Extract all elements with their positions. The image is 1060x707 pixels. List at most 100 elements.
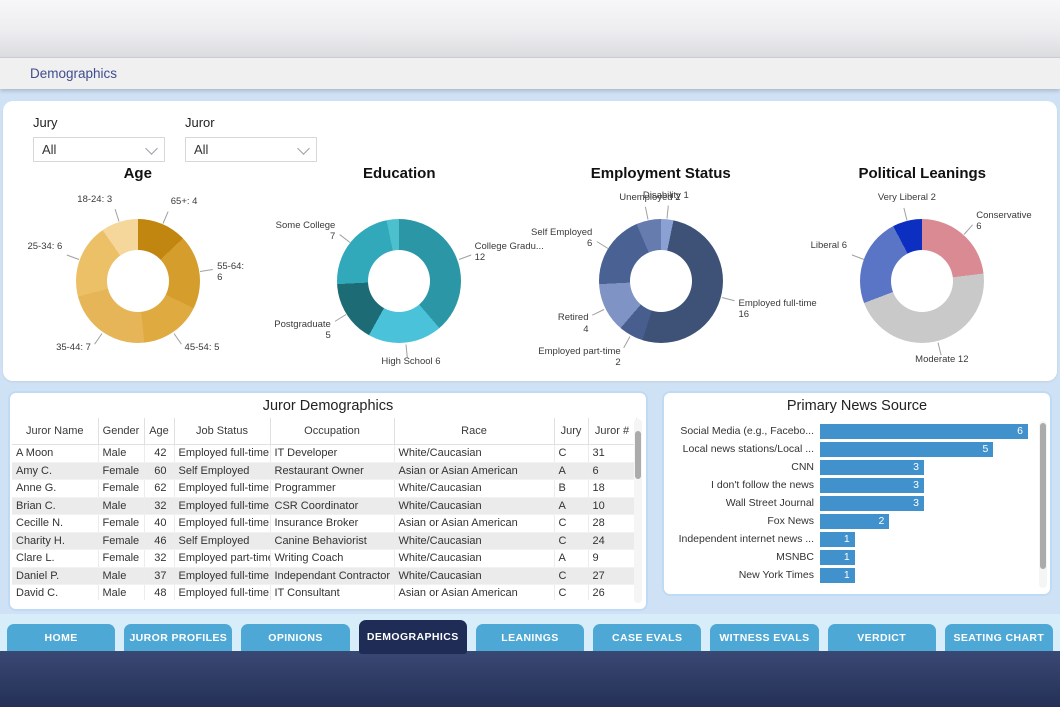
table-scrollbar-thumb[interactable] bbox=[635, 431, 641, 479]
tab-verdict[interactable]: VERDICT bbox=[828, 624, 936, 651]
filters: Jury All Juror All bbox=[33, 115, 317, 162]
table-cell: A Moon bbox=[12, 445, 98, 463]
jury-filter-label: Jury bbox=[33, 115, 165, 130]
table-cell: Female bbox=[98, 515, 144, 533]
table-row[interactable]: Amy C.Female60Self EmployedRestaurant Ow… bbox=[12, 462, 636, 480]
table-cell: Restaurant Owner bbox=[270, 462, 394, 480]
column-header[interactable]: Juror # bbox=[588, 418, 636, 445]
table-cell: 40 bbox=[144, 515, 174, 533]
news-category-label: I don't follow the news bbox=[664, 479, 820, 491]
table-cell: Employed full-time bbox=[174, 515, 270, 533]
table-scrollbar[interactable] bbox=[634, 419, 642, 603]
tab-case-evals[interactable]: CASE EVALS bbox=[593, 624, 701, 651]
table-row[interactable]: Anne G.Female62Employed full-timeProgram… bbox=[12, 480, 636, 498]
political-donut[interactable] bbox=[860, 219, 984, 343]
column-header[interactable]: Occupation bbox=[270, 418, 394, 445]
news-bar[interactable]: 1 bbox=[820, 532, 855, 547]
table-cell: Asian or Asian American bbox=[394, 515, 554, 533]
table-row[interactable]: Clare L.Female32Employed part-timeWritin… bbox=[12, 550, 636, 568]
age-chart: Age 65+: 455-64: 645-54: 535-44: 725-34:… bbox=[7, 165, 269, 381]
table-row[interactable]: Brian C.Male32Employed full-timeCSR Coor… bbox=[12, 497, 636, 515]
table-cell: 26 bbox=[588, 585, 636, 601]
juror-filter-select[interactable]: All bbox=[185, 137, 317, 162]
tab-leanings[interactable]: LEANINGS bbox=[476, 624, 584, 651]
column-header[interactable]: Gender bbox=[98, 418, 144, 445]
table-cell: Self Employed bbox=[174, 532, 270, 550]
table-cell: 18 bbox=[588, 480, 636, 498]
tab-opinions[interactable]: OPINIONS bbox=[241, 624, 349, 651]
donut-charts-row: Age 65+: 455-64: 645-54: 535-44: 725-34:… bbox=[7, 165, 1053, 381]
news-bar-row: Wall Street Journal3 bbox=[664, 494, 1028, 512]
table-row[interactable]: Cecille N.Female40Employed full-timeInsu… bbox=[12, 515, 636, 533]
table-cell: Anne G. bbox=[12, 480, 98, 498]
chevron-down-icon bbox=[145, 142, 158, 155]
column-header[interactable]: Jury bbox=[554, 418, 588, 445]
table-cell: Insurance Broker bbox=[270, 515, 394, 533]
table-cell: 9 bbox=[588, 550, 636, 568]
news-bar[interactable]: 1 bbox=[820, 550, 855, 565]
news-bar[interactable]: 3 bbox=[820, 460, 924, 475]
column-header[interactable]: Juror Name bbox=[12, 418, 98, 445]
table-cell: Male bbox=[98, 585, 144, 601]
label-leader-line bbox=[335, 314, 347, 322]
news-bar[interactable]: 1 bbox=[820, 568, 855, 583]
table-cell: B bbox=[554, 480, 588, 498]
slice-label: 25-34: 6 bbox=[27, 241, 62, 252]
news-bar-row: CNN3 bbox=[664, 458, 1028, 476]
table-cell: 6 bbox=[588, 462, 636, 480]
news-category-label: MSNBC bbox=[664, 551, 820, 563]
label-leader-line bbox=[67, 255, 80, 260]
news-scrollbar-thumb[interactable] bbox=[1040, 423, 1046, 569]
tab-home[interactable]: HOME bbox=[7, 624, 115, 651]
table-cell: Employed full-time bbox=[174, 445, 270, 463]
tab-juror-profiles[interactable]: JUROR PROFILES bbox=[124, 624, 232, 651]
news-bar[interactable]: 3 bbox=[820, 496, 924, 511]
news-bar[interactable]: 2 bbox=[820, 514, 889, 529]
tab-witness-evals[interactable]: WITNESS EVALS bbox=[710, 624, 818, 651]
table-cell: IT Developer bbox=[270, 445, 394, 463]
table-row[interactable]: David C.Male48Employed full-timeIT Consu… bbox=[12, 585, 636, 601]
employment-donut[interactable] bbox=[599, 219, 723, 343]
table-cell: 32 bbox=[144, 550, 174, 568]
label-leader-line bbox=[200, 269, 213, 272]
table-row[interactable]: Charity H.Female46Self EmployedCanine Be… bbox=[12, 532, 636, 550]
table-cell: Employed full-time bbox=[174, 480, 270, 498]
news-bar[interactable]: 6 bbox=[820, 424, 1028, 439]
education-donut[interactable] bbox=[337, 219, 461, 343]
age-donut[interactable] bbox=[76, 219, 200, 343]
table-cell: Employed full-time bbox=[174, 497, 270, 515]
table-cell: Cecille N. bbox=[12, 515, 98, 533]
page-title: Demographics bbox=[30, 66, 117, 81]
table-cell: Writing Coach bbox=[270, 550, 394, 568]
jury-filter-select[interactable]: All bbox=[33, 137, 165, 162]
dashboard-body: Jury All Juror All Age 65+: 455-64: 645 bbox=[0, 89, 1060, 615]
column-header[interactable]: Job Status bbox=[174, 418, 270, 445]
table-row[interactable]: A MoonMale42Employed full-timeIT Develop… bbox=[12, 445, 636, 463]
table-cell: Employed full-time bbox=[174, 585, 270, 601]
table-cell: 37 bbox=[144, 567, 174, 585]
table-row[interactable]: Daniel P.Male37Employed full-timeIndepen… bbox=[12, 567, 636, 585]
news-category-label: CNN bbox=[664, 461, 820, 473]
juror-filter-label: Juror bbox=[185, 115, 317, 130]
table-title: Juror Demographics bbox=[10, 398, 646, 414]
news-bar[interactable]: 3 bbox=[820, 478, 924, 493]
tab-demographics[interactable]: DEMOGRAPHICS bbox=[359, 620, 467, 654]
tab-seating-chart[interactable]: SEATING CHART bbox=[945, 624, 1053, 651]
column-header[interactable]: Age bbox=[144, 418, 174, 445]
slice-label: Moderate 12 bbox=[915, 354, 968, 365]
news-scrollbar[interactable] bbox=[1039, 421, 1047, 588]
slice-label: Employed part-time 2 bbox=[538, 346, 620, 368]
page-header: Demographics bbox=[0, 58, 1060, 89]
education-chart-title: Education bbox=[269, 165, 531, 185]
slice-label: 55-64: 6 bbox=[217, 261, 244, 283]
news-bar[interactable]: 5 bbox=[820, 442, 993, 457]
table-cell: Independant Contractor bbox=[270, 567, 394, 585]
label-leader-line bbox=[596, 241, 608, 249]
column-header[interactable]: Race bbox=[394, 418, 554, 445]
table-cell: Female bbox=[98, 550, 144, 568]
table-cell: White/Caucasian bbox=[394, 480, 554, 498]
table-cell: C bbox=[554, 585, 588, 601]
window-chrome bbox=[0, 0, 1060, 58]
label-leader-line bbox=[94, 333, 102, 344]
juror-filter: Juror All bbox=[185, 115, 317, 162]
